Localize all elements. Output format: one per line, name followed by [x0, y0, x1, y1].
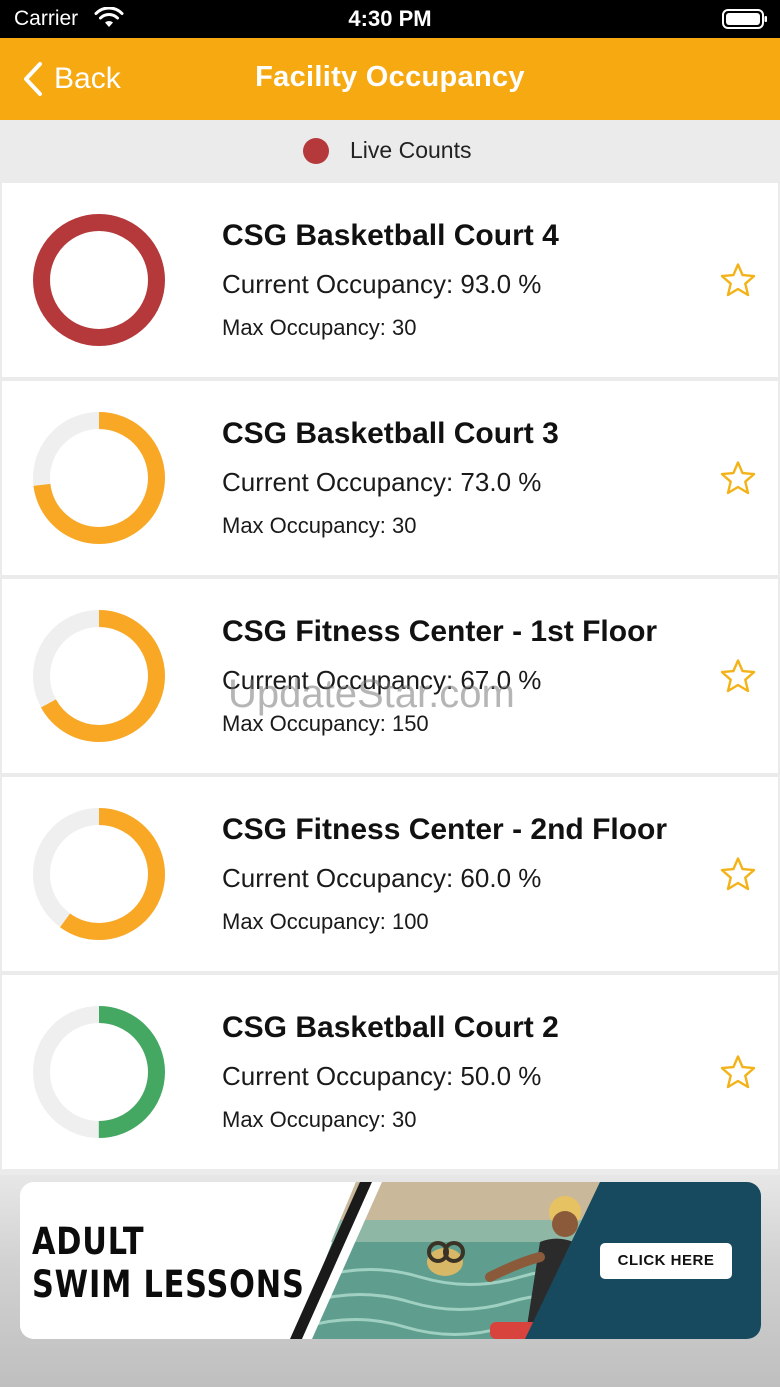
page-title: Facility Occupancy: [255, 61, 525, 93]
facility-name: CSG Fitness Center - 2nd Floor: [222, 813, 668, 846]
occupancy-ring: [33, 1006, 165, 1138]
star-outline-icon[interactable]: [718, 261, 758, 301]
live-counts-label: Live Counts: [350, 137, 472, 163]
star-outline-icon[interactable]: [718, 657, 758, 697]
max-occupancy: Max Occupancy: 100: [222, 909, 429, 934]
facility-name: CSG Basketball Court 3: [222, 417, 559, 450]
facility-card-1[interactable]: CSG Basketball Court 4 Current Occupancy…: [2, 183, 778, 377]
status-bar: Carrier 4:30 PM: [0, 0, 780, 38]
current-occupancy: Current Occupancy: 93.0 %: [222, 269, 542, 299]
banner-title: ADULT SWIM LESSONS: [32, 1220, 305, 1306]
occupancy-ring: [33, 808, 165, 940]
live-indicator-dot: [303, 138, 329, 164]
facility-card-3[interactable]: CSG Fitness Center - 1st Floor Current O…: [2, 579, 778, 773]
current-occupancy: Current Occupancy: 73.0 %: [222, 467, 542, 497]
facility-name: CSG Fitness Center - 1st Floor: [222, 615, 658, 648]
occupancy-ring: [33, 610, 165, 742]
current-occupancy: Current Occupancy: 50.0 %: [222, 1061, 542, 1091]
facility-card-2[interactable]: CSG Basketball Court 3 Current Occupancy…: [2, 381, 778, 575]
max-occupancy: Max Occupancy: 30: [222, 513, 417, 538]
facility-card-4[interactable]: CSG Fitness Center - 2nd Floor Current O…: [2, 777, 778, 971]
banner-title-line-2: SWIM LESSONS: [32, 1263, 305, 1306]
battery-icon: [722, 9, 767, 29]
occupancy-ring: [33, 412, 165, 544]
max-occupancy: Max Occupancy: 30: [222, 1107, 417, 1132]
max-occupancy: Max Occupancy: 30: [222, 315, 417, 340]
click-here-button[interactable]: CLICK HERE: [600, 1243, 732, 1279]
promo-banner[interactable]: ADULT SWIM LESSONS CLICK HERE: [20, 1182, 761, 1339]
star-outline-icon[interactable]: [718, 459, 758, 499]
star-outline-icon[interactable]: [718, 855, 758, 895]
live-counts-bar: Live Counts: [0, 120, 780, 182]
current-occupancy: Current Occupancy: 67.0 %: [222, 665, 542, 695]
nav-bar: Back Facility Occupancy: [0, 38, 780, 120]
facility-card-5[interactable]: CSG Basketball Court 2 Current Occupancy…: [2, 975, 778, 1169]
banner-title-line-1: ADULT: [32, 1220, 145, 1263]
current-occupancy: Current Occupancy: 60.0 %: [222, 863, 542, 893]
star-outline-icon[interactable]: [718, 1053, 758, 1093]
facility-name: CSG Basketball Court 4: [222, 219, 559, 252]
occupancy-ring: [33, 214, 165, 346]
facility-name: CSG Basketball Court 2: [222, 1011, 559, 1044]
clock: 4:30 PM: [348, 6, 432, 31]
max-occupancy: Max Occupancy: 150: [222, 711, 429, 736]
